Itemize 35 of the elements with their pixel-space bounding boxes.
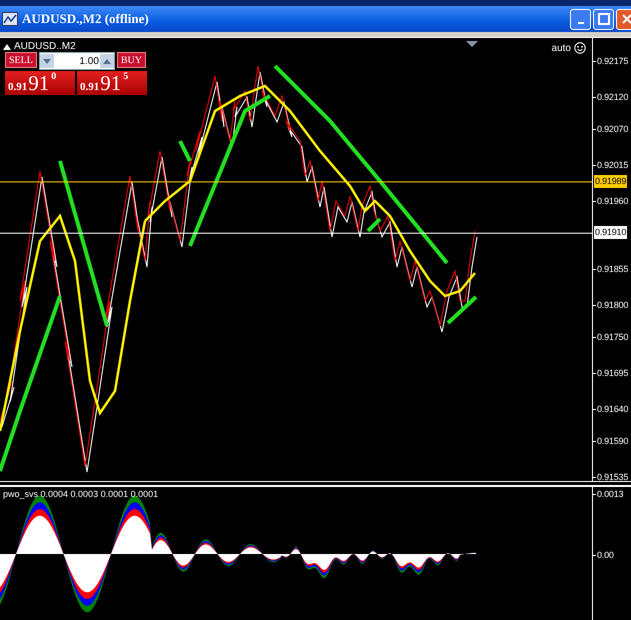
price-tag: 0.91989 bbox=[594, 174, 628, 188]
price-axis-label: 0.92015 bbox=[593, 158, 628, 172]
price-axis-label: 0.91855 bbox=[593, 262, 628, 276]
price-axis-label: 0.91695 bbox=[593, 366, 628, 380]
price-axis-label: 0.92070 bbox=[593, 122, 628, 136]
buy-button[interactable]: BUY bbox=[116, 52, 146, 68]
price-axis-label: 0.92175 bbox=[593, 54, 628, 68]
maximize-button[interactable] bbox=[593, 8, 614, 30]
price-axis-label: 0.91750 bbox=[593, 330, 628, 344]
price-axis-label: 0.91640 bbox=[593, 402, 628, 416]
indicator-label: pwo_svs 0.0004 0.0003 0.0001 0.0001 bbox=[3, 489, 158, 499]
price-tag: 0.91910 bbox=[594, 226, 628, 240]
window-title: AUDUSD.,M2 (offline) bbox=[22, 11, 150, 27]
close-button[interactable] bbox=[616, 8, 631, 30]
scroll-marker-icon bbox=[466, 41, 478, 47]
price-axis-label: 0.91800 bbox=[593, 298, 628, 312]
indicator-axis-label: 0.00 bbox=[593, 548, 614, 562]
minimize-button[interactable] bbox=[570, 8, 591, 30]
chart-window-icon bbox=[2, 12, 18, 26]
symbol-label: AUDUSD..M2 bbox=[14, 41, 76, 52]
close-icon bbox=[620, 13, 631, 25]
lot-size-field[interactable]: 1.00 bbox=[38, 52, 115, 70]
collapse-triangle-icon[interactable] bbox=[3, 44, 11, 50]
price-axis-label: 0.91590 bbox=[593, 434, 628, 448]
lot-value: 1.00 bbox=[78, 56, 100, 66]
auto-scale-label: auto bbox=[552, 42, 571, 54]
sell-button[interactable]: SELL bbox=[5, 52, 37, 68]
price-axis-label: 0.91960 bbox=[593, 194, 628, 208]
minimize-icon bbox=[578, 22, 584, 24]
smiley-icon bbox=[574, 42, 586, 54]
price-axis-label: 0.91535 bbox=[593, 470, 628, 484]
indicator-axis-label: 0.0013 bbox=[593, 487, 624, 501]
maximize-icon bbox=[598, 13, 610, 25]
price-axis-label: 0.92120 bbox=[593, 90, 628, 104]
trend-line-segment bbox=[446, 296, 478, 324]
